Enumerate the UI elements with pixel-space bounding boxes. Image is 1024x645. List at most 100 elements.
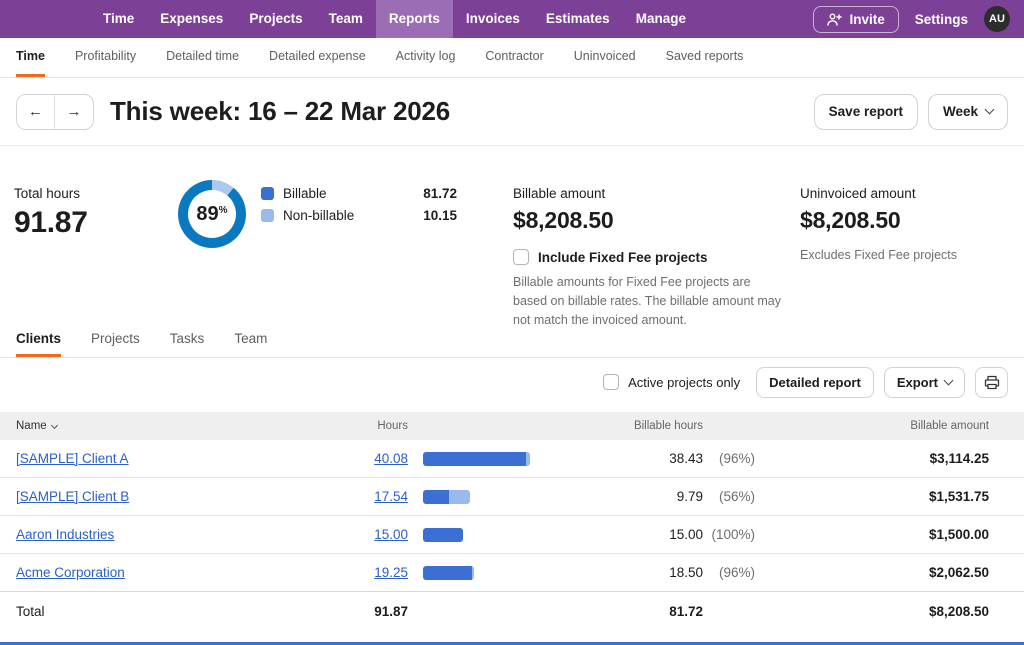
nav-item-manage[interactable]: Manage — [623, 0, 699, 38]
nav-item-expenses[interactable]: Expenses — [147, 0, 236, 38]
billable-swatch-icon — [261, 187, 274, 200]
billable-amount-label: Billable amount — [513, 186, 785, 201]
uninvoiced-amount-value: $8,208.50 — [800, 207, 1010, 234]
active-projects-checkbox-row[interactable]: Active projects only — [603, 374, 740, 390]
table-row: Acme Corporation 19.25 18.50 (96%) $2,06… — [0, 554, 1024, 592]
nav-item-projects[interactable]: Projects — [236, 0, 315, 38]
billable-legend: Billable 81.72 Non-billable 10.15 — [261, 186, 457, 230]
settings-link[interactable]: Settings — [915, 12, 968, 27]
next-week-button[interactable]: → — [55, 95, 93, 129]
user-avatar[interactable]: AU — [984, 6, 1010, 32]
nonbillable-swatch-icon — [261, 209, 274, 222]
billable-amount-value: $1,500.00 — [755, 527, 989, 542]
table-row: Aaron Industries 15.00 15.00 (100%) $1,5… — [0, 516, 1024, 554]
title-actions: Save report Week — [814, 94, 1008, 130]
tab-uninvoiced[interactable]: Uninvoiced — [574, 38, 636, 77]
total-billable-hours: 81.72 — [578, 604, 703, 619]
include-fixed-fee-label: Include Fixed Fee projects — [538, 250, 708, 265]
fixed-fee-note: Billable amounts for Fixed Fee projects … — [513, 273, 785, 329]
include-fixed-fee-checkbox-row[interactable]: Include Fixed Fee projects — [513, 249, 785, 265]
nonbillable-hours-total: 10.15 — [423, 208, 457, 223]
chevron-down-icon — [944, 375, 954, 385]
title-row: ← → This week: 16 – 22 Mar 2026 Save rep… — [0, 78, 1024, 146]
previous-week-button[interactable]: ← — [17, 95, 55, 129]
top-nav-right: Invite Settings AU — [813, 0, 1024, 38]
summary-section: Total hours 91.87 89% Billable 81.72 Non… — [0, 146, 1024, 322]
person-add-icon — [827, 13, 842, 26]
total-hours: 91.87 — [360, 604, 408, 619]
detailed-report-button[interactable]: Detailed report — [756, 367, 874, 398]
sort-chevron-icon — [51, 421, 58, 428]
active-projects-checkbox[interactable] — [603, 374, 619, 390]
column-header-billable-hours: Billable hours — [578, 420, 703, 432]
tab-clients[interactable]: Clients — [16, 322, 61, 357]
week-nav-arrows: ← → — [16, 94, 94, 130]
tab-tasks[interactable]: Tasks — [170, 322, 205, 357]
hours-bar — [423, 566, 474, 580]
hours-bar — [423, 452, 530, 466]
period-label: Week — [943, 104, 978, 119]
nav-item-team[interactable]: Team — [316, 0, 376, 38]
tab-detailed-expense[interactable]: Detailed expense — [269, 38, 366, 77]
hours-link[interactable]: 19.25 — [374, 565, 408, 580]
billable-amount-block: Billable amount $8,208.50 Include Fixed … — [513, 186, 785, 329]
client-link[interactable]: [SAMPLE] Client A — [16, 451, 129, 466]
billable-amount-value: $8,208.50 — [513, 207, 785, 234]
print-button[interactable] — [975, 367, 1008, 398]
billable-hours-value: 9.79 — [578, 489, 703, 504]
billable-percent: (96%) — [703, 565, 755, 580]
hours-link[interactable]: 17.54 — [374, 489, 408, 504]
hours-bar — [423, 528, 463, 542]
client-link[interactable]: [SAMPLE] Client B — [16, 489, 129, 504]
export-button[interactable]: Export — [884, 367, 965, 398]
include-fixed-fee-checkbox[interactable] — [513, 249, 529, 265]
tab-saved-reports[interactable]: Saved reports — [666, 38, 744, 77]
hours-link[interactable]: 15.00 — [374, 527, 408, 542]
billable-hours-value: 15.00 — [578, 527, 703, 542]
top-nav: Time Expenses Projects Team Reports Invo… — [0, 0, 1024, 38]
uninvoiced-amount-block: Uninvoiced amount $8,208.50 Excludes Fix… — [800, 186, 1010, 265]
billable-hours-value: 38.43 — [578, 451, 703, 466]
total-hours-label: Total hours — [14, 186, 88, 201]
invite-label: Invite — [849, 12, 884, 27]
tab-profitability[interactable]: Profitability — [75, 38, 136, 77]
column-header-billable-amount: Billable amount — [755, 420, 989, 432]
total-billable-amount: $8,208.50 — [755, 604, 989, 619]
hours-link[interactable]: 40.08 — [374, 451, 408, 466]
total-hours-block: Total hours 91.87 — [14, 186, 88, 240]
nav-item-reports[interactable]: Reports — [376, 0, 453, 38]
client-link[interactable]: Aaron Industries — [16, 527, 114, 542]
column-header-name[interactable]: Name — [16, 420, 360, 432]
tab-team[interactable]: Team — [234, 322, 267, 357]
table-total-row: Total 91.87 81.72 $8,208.50 — [0, 591, 1024, 631]
billable-percentage-donut: 89% — [178, 180, 246, 248]
uninvoiced-note: Excludes Fixed Fee projects — [800, 246, 1010, 265]
tab-activity-log[interactable]: Activity log — [396, 38, 456, 77]
uninvoiced-amount-label: Uninvoiced amount — [800, 186, 1010, 201]
nav-item-invoices[interactable]: Invoices — [453, 0, 533, 38]
period-select-button[interactable]: Week — [928, 94, 1008, 130]
tab-detailed-time[interactable]: Detailed time — [166, 38, 239, 77]
invite-button[interactable]: Invite — [813, 6, 898, 33]
billable-percent: (56%) — [703, 489, 755, 504]
legend-nonbillable-row: Non-billable 10.15 — [261, 208, 457, 223]
tab-contractor[interactable]: Contractor — [485, 38, 543, 77]
client-link[interactable]: Acme Corporation — [16, 565, 125, 580]
table-header: Name Hours Billable hours Billable amoun… — [0, 412, 1024, 440]
chevron-down-icon — [985, 105, 995, 115]
tab-time[interactable]: Time — [16, 38, 45, 77]
nav-item-estimates[interactable]: Estimates — [533, 0, 623, 38]
printer-icon — [984, 375, 1000, 390]
save-report-button[interactable]: Save report — [814, 94, 918, 130]
billable-hours-total: 81.72 — [423, 186, 457, 201]
active-projects-label: Active projects only — [628, 375, 740, 390]
table-row: [SAMPLE] Client A 40.08 38.43 (96%) $3,1… — [0, 440, 1024, 478]
nonbillable-label: Non-billable — [283, 208, 354, 223]
tab-projects[interactable]: Projects — [91, 322, 140, 357]
billable-percent: (96%) — [703, 451, 755, 466]
export-label: Export — [897, 375, 938, 390]
billable-amount-value: $2,062.50 — [755, 565, 989, 580]
nav-item-time[interactable]: Time — [90, 0, 147, 38]
total-hours-value: 91.87 — [14, 206, 88, 240]
page-title: This week: 16 – 22 Mar 2026 — [110, 96, 450, 127]
